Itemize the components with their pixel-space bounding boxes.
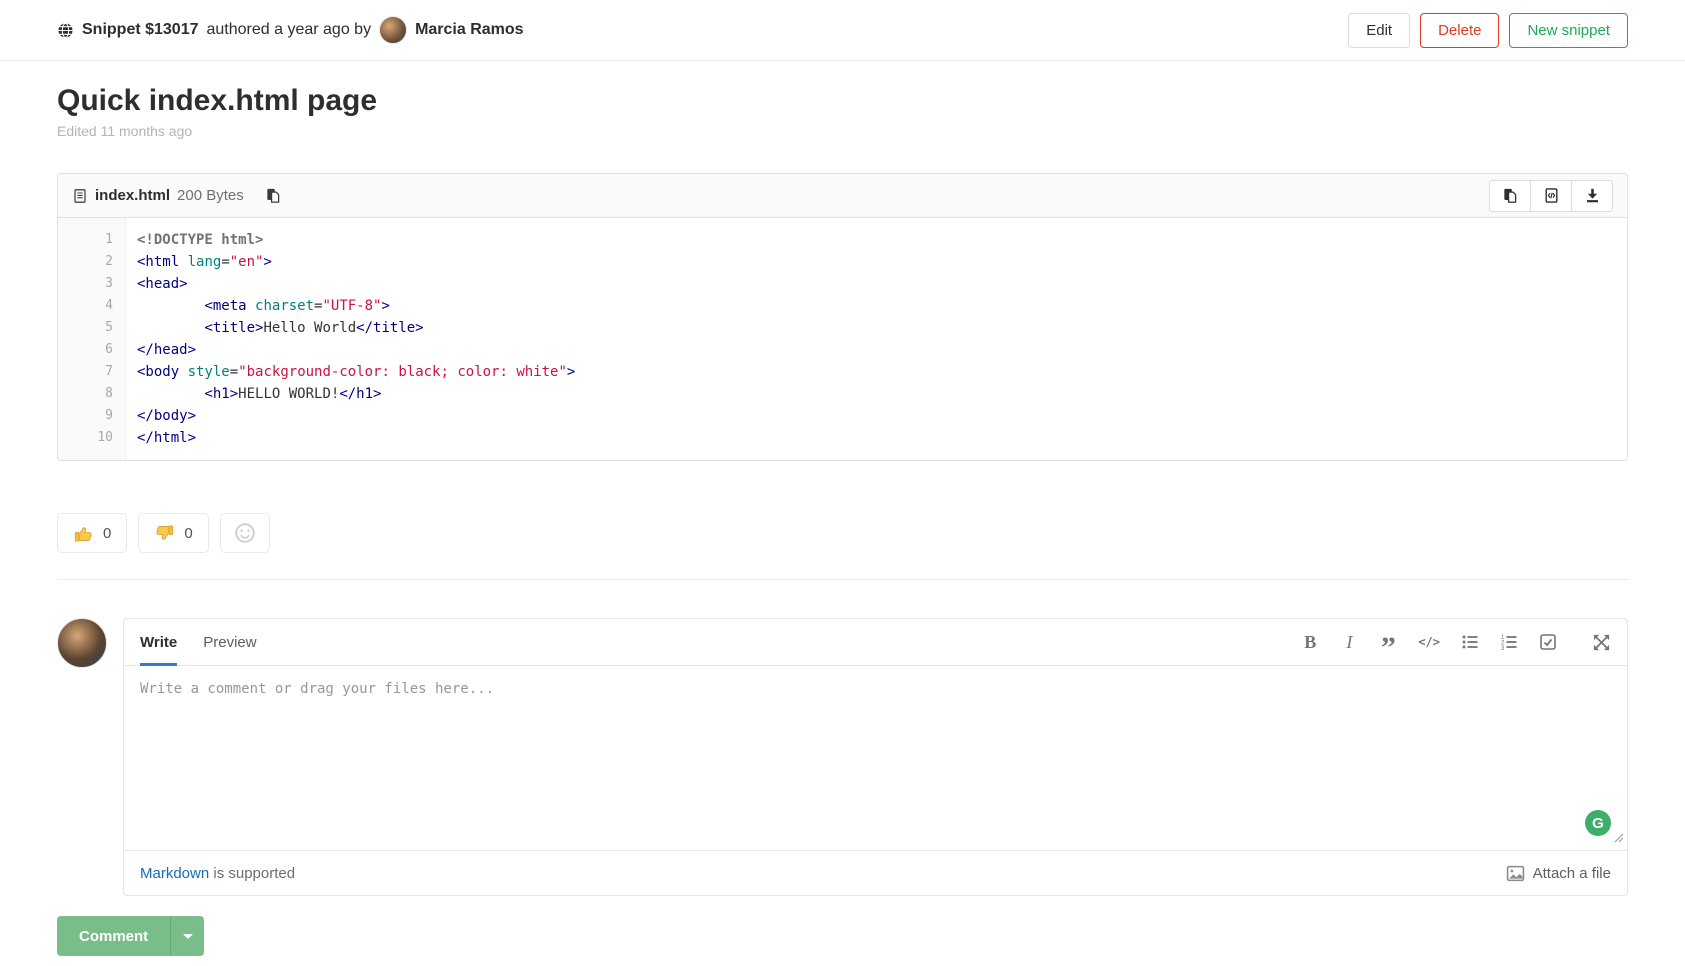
globe-icon bbox=[57, 22, 74, 39]
thumbs-down-button[interactable]: 0 bbox=[138, 513, 208, 553]
thumbs-up-count: 0 bbox=[103, 525, 111, 542]
resize-handle[interactable] bbox=[1614, 830, 1624, 848]
copy-file-path-button[interactable] bbox=[261, 185, 286, 206]
attach-file-button[interactable]: Attach a file bbox=[1506, 864, 1611, 883]
file-name: index.html bbox=[95, 187, 170, 204]
snippet-actions: Edit Delete New snippet bbox=[1348, 13, 1628, 48]
edited-timestamp: Edited 11 months ago bbox=[57, 123, 1628, 139]
open-raw-button[interactable] bbox=[1530, 180, 1572, 212]
markdown-suffix: is supported bbox=[209, 865, 295, 882]
current-user-avatar bbox=[57, 618, 107, 668]
award-emoji-row: 0 0 bbox=[57, 513, 1628, 553]
comment-textarea[interactable] bbox=[124, 666, 1627, 850]
author-avatar[interactable] bbox=[379, 16, 407, 44]
comment-form-header: Write Preview B I ” </> 123 bbox=[124, 619, 1627, 666]
quote-button[interactable]: ” bbox=[1379, 630, 1397, 654]
fullscreen-button[interactable] bbox=[1592, 630, 1611, 654]
file-title: index.html 200 Bytes bbox=[72, 185, 286, 206]
markdown-toolbar: B I ” </> 123 bbox=[1301, 630, 1611, 654]
bullet-list-button[interactable] bbox=[1461, 630, 1479, 654]
download-icon bbox=[1584, 187, 1601, 204]
markdown-link[interactable]: Markdown bbox=[140, 865, 209, 882]
task-list-button[interactable] bbox=[1539, 630, 1557, 654]
comment-options-toggle[interactable] bbox=[170, 916, 204, 956]
comment-submit-button[interactable]: Comment bbox=[57, 916, 170, 956]
grammarly-icon[interactable]: G bbox=[1585, 810, 1611, 836]
file-action-buttons bbox=[1489, 180, 1613, 212]
submit-row: Comment bbox=[57, 916, 1628, 956]
edit-button[interactable]: Edit bbox=[1348, 13, 1410, 48]
attach-image-icon bbox=[1506, 864, 1525, 883]
snippet-meta: Snippet $13017 authored a year ago by Ma… bbox=[57, 16, 524, 44]
italic-button[interactable]: I bbox=[1340, 630, 1358, 654]
file-panel: index.html 200 Bytes bbox=[57, 173, 1628, 461]
thumbs-up-button[interactable]: 0 bbox=[57, 513, 127, 553]
svg-text:3: 3 bbox=[1501, 646, 1505, 651]
code-gutter: 12345678910 bbox=[58, 218, 126, 460]
code-button[interactable]: </> bbox=[1418, 630, 1440, 654]
raw-file-icon bbox=[1543, 187, 1560, 204]
page-title: Quick index.html page bbox=[57, 83, 1628, 119]
tab-preview[interactable]: Preview bbox=[203, 619, 256, 666]
comment-split-button: Comment bbox=[57, 916, 204, 956]
comment-input-area: G bbox=[124, 666, 1627, 850]
attach-file-label: Attach a file bbox=[1533, 865, 1611, 882]
file-header: index.html 200 Bytes bbox=[58, 174, 1627, 218]
numbered-list-button[interactable]: 123 bbox=[1500, 630, 1518, 654]
file-text-icon bbox=[72, 188, 88, 204]
new-snippet-button[interactable]: New snippet bbox=[1509, 13, 1628, 48]
copy-icon bbox=[1502, 187, 1519, 204]
bold-button[interactable]: B bbox=[1301, 630, 1319, 654]
snippet-topbar: Snippet $13017 authored a year ago by Ma… bbox=[0, 0, 1685, 61]
thumbs-down-count: 0 bbox=[184, 525, 192, 542]
smiley-icon bbox=[234, 522, 256, 544]
code-content: <!DOCTYPE html><html lang="en"><head> <m… bbox=[126, 218, 575, 460]
copy-contents-button[interactable] bbox=[1489, 180, 1531, 212]
tab-write[interactable]: Write bbox=[140, 619, 177, 666]
file-size: 200 Bytes bbox=[177, 187, 244, 204]
comment-form-footer: Markdown is supported Attach a file bbox=[124, 850, 1627, 895]
author-name[interactable]: Marcia Ramos bbox=[415, 21, 524, 39]
copy-icon bbox=[265, 187, 282, 204]
code-viewer: 12345678910 <!DOCTYPE html><html lang="e… bbox=[58, 218, 1627, 460]
comment-section: Write Preview B I ” </> 123 bbox=[0, 580, 1685, 896]
chevron-down-icon bbox=[183, 934, 193, 939]
comment-form: Write Preview B I ” </> 123 bbox=[123, 618, 1628, 896]
snippet-id: Snippet $13017 bbox=[82, 21, 199, 39]
delete-button[interactable]: Delete bbox=[1420, 13, 1499, 48]
download-button[interactable] bbox=[1571, 180, 1613, 212]
authored-text: authored a year ago by bbox=[207, 21, 372, 39]
snippet-header: Quick index.html page Edited 11 months a… bbox=[0, 61, 1685, 139]
thumbs-up-icon bbox=[73, 523, 94, 544]
add-award-emoji-button[interactable] bbox=[220, 513, 270, 553]
thumbs-down-icon bbox=[154, 523, 175, 544]
